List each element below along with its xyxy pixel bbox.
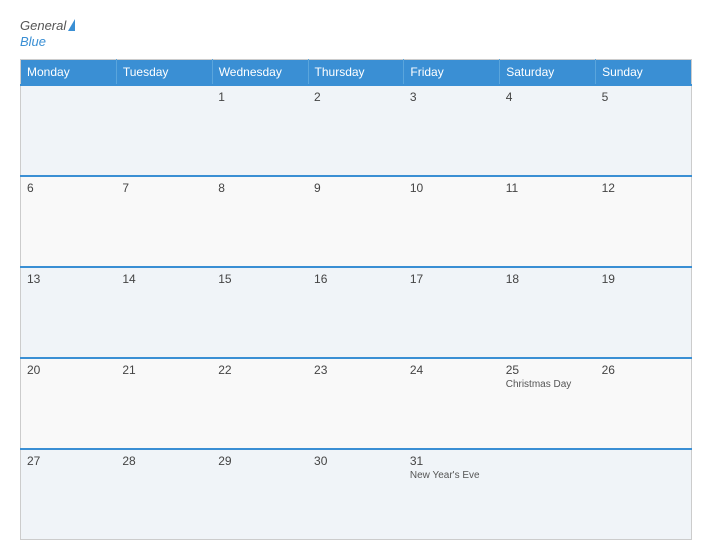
calendar-cell: 30 [308,449,404,540]
calendar-cell: 20 [21,358,117,449]
calendar-cell [21,85,117,176]
calendar-table: MondayTuesdayWednesdayThursdayFridaySatu… [20,59,692,540]
day-number: 17 [410,272,494,286]
holiday-label: New Year's Eve [410,470,494,481]
calendar-cell: 29 [212,449,308,540]
calendar-cell: 16 [308,267,404,358]
calendar-cell: 7 [116,176,212,267]
calendar-cell: 18 [500,267,596,358]
day-number: 13 [27,272,110,286]
calendar-cell: 23 [308,358,404,449]
logo-triangle-icon [68,19,75,31]
day-number: 12 [602,181,685,195]
calendar-cell: 28 [116,449,212,540]
day-number: 15 [218,272,302,286]
day-number: 23 [314,363,398,377]
day-number: 6 [27,181,110,195]
day-number: 29 [218,454,302,468]
calendar-cell: 10 [404,176,500,267]
calendar-week-row: 6789 10 11 12 [21,176,692,267]
calendar-cell: 3 [404,85,500,176]
holiday-label: Christmas Day [506,379,590,390]
day-number: 7 [122,181,206,195]
calendar-cell: 4 [500,85,596,176]
calendar-cell: 2 [308,85,404,176]
weekday-header-friday: Friday [404,60,500,86]
day-number: 24 [410,363,494,377]
calendar-cell [596,449,692,540]
day-number: 10 [410,181,494,195]
day-number: 1 [218,90,302,104]
calendar-cell: 31 New Year's Eve [404,449,500,540]
day-number: 22 [218,363,302,377]
day-number: 14 [122,272,206,286]
calendar-cell: 15 [212,267,308,358]
calendar-week-row: 13 14 15 16 17 18 19 [21,267,692,358]
weekday-header-saturday: Saturday [500,60,596,86]
day-number: 19 [602,272,685,286]
calendar-cell: 27 [21,449,117,540]
day-number: 11 [506,181,590,195]
calendar-cell: 8 [212,176,308,267]
calendar-cell: 1 [212,85,308,176]
day-number: 3 [410,90,494,104]
calendar-page: GeneralBlue MondayTuesdayWednesdayThursd… [0,0,712,550]
weekday-header-sunday: Sunday [596,60,692,86]
day-number: 27 [27,454,110,468]
calendar-cell: 24 [404,358,500,449]
day-number: 20 [27,363,110,377]
weekday-header-tuesday: Tuesday [116,60,212,86]
calendar-cell: 25 Christmas Day [500,358,596,449]
calendar-week-row: 27 28 29 30 31 New Year's Eve [21,449,692,540]
logo: GeneralBlue [20,18,75,49]
calendar-cell: 11 [500,176,596,267]
day-number: 28 [122,454,206,468]
day-number: 26 [602,363,685,377]
calendar-cell: 14 [116,267,212,358]
day-number: 18 [506,272,590,286]
calendar-cell: 26 [596,358,692,449]
header: GeneralBlue [20,18,692,49]
calendar-cell [500,449,596,540]
calendar-cell: 12 [596,176,692,267]
day-number: 2 [314,90,398,104]
weekday-header-thursday: Thursday [308,60,404,86]
day-number: 21 [122,363,206,377]
calendar-week-row: 12345 [21,85,692,176]
day-number: 9 [314,181,398,195]
calendar-cell: 5 [596,85,692,176]
weekday-header-monday: Monday [21,60,117,86]
day-number: 31 [410,454,494,468]
logo-general-text: General [20,18,66,34]
day-number: 4 [506,90,590,104]
calendar-cell: 9 [308,176,404,267]
calendar-cell: 17 [404,267,500,358]
day-number: 25 [506,363,590,377]
calendar-week-row: 20 21 22 23 24 25 Christmas Day 26 [21,358,692,449]
calendar-cell: 19 [596,267,692,358]
day-number: 30 [314,454,398,468]
calendar-cell: 6 [21,176,117,267]
weekday-header-row: MondayTuesdayWednesdayThursdayFridaySatu… [21,60,692,86]
weekday-header-wednesday: Wednesday [212,60,308,86]
day-number: 8 [218,181,302,195]
calendar-cell [116,85,212,176]
day-number: 5 [602,90,685,104]
calendar-cell: 21 [116,358,212,449]
day-number: 16 [314,272,398,286]
calendar-cell: 22 [212,358,308,449]
calendar-cell: 13 [21,267,117,358]
logo-blue-text: Blue [20,34,75,50]
